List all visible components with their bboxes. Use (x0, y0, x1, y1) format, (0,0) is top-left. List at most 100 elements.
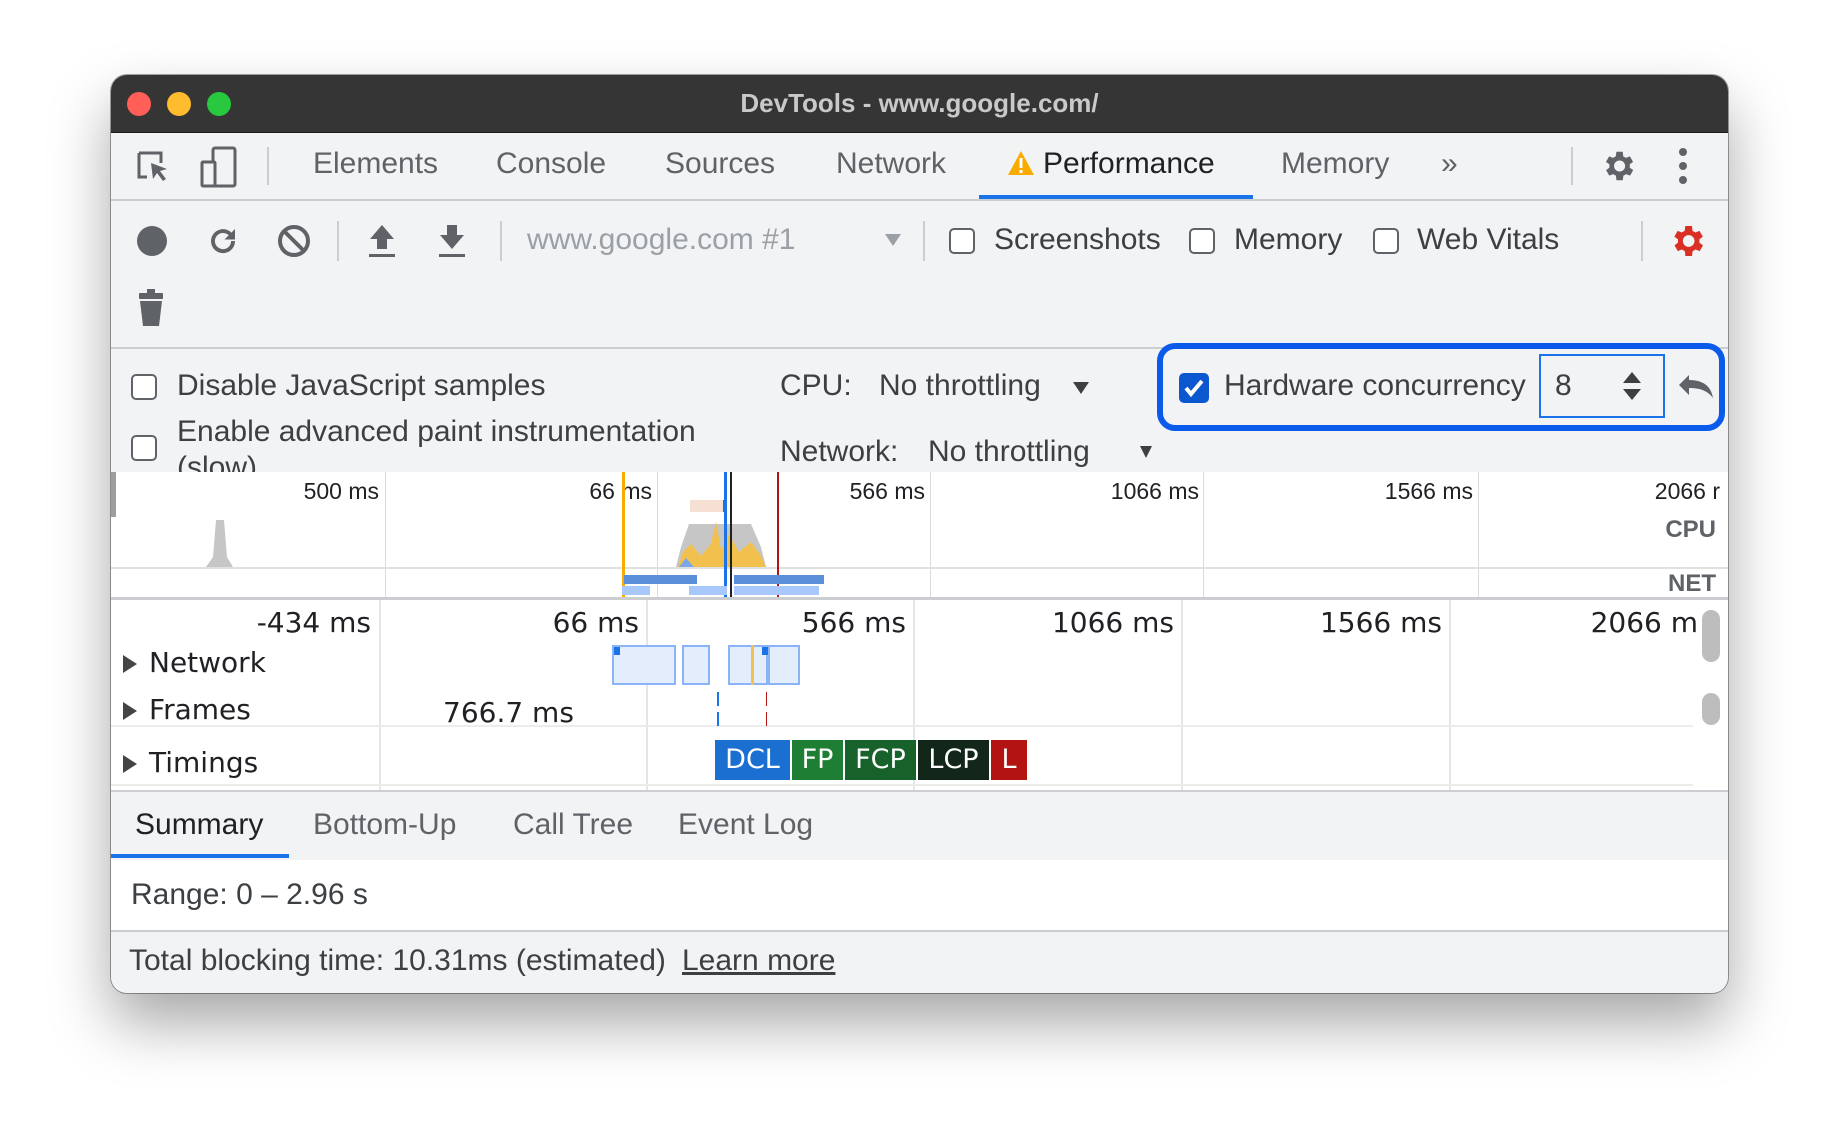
total-blocking-time: Total blocking time: 10.31ms (estimated) (129, 944, 666, 977)
summary-range-panel: Range: 0 – 2.96 s (111, 860, 1728, 932)
garbage-collect-icon[interactable] (139, 289, 163, 327)
timeline-tick: 566 ms (801, 606, 906, 639)
stepper-arrows-icon[interactable] (1621, 370, 1643, 402)
frames-track-toggle[interactable]: Frames (123, 693, 251, 726)
track-divider (111, 784, 1693, 786)
timeline-tick: 1066 ms (1051, 606, 1174, 639)
timing-marker-fcp[interactable]: FCP (845, 740, 916, 780)
cpu-chevron-down-icon[interactable] (1072, 381, 1090, 395)
frame-duration: 766.7 ms (443, 696, 574, 729)
frame-marker (717, 712, 719, 726)
network-request-start (762, 647, 768, 655)
active-tab-indicator (979, 195, 1253, 199)
upload-profile-icon[interactable] (367, 223, 397, 259)
tab-elements[interactable]: Elements (313, 147, 438, 181)
timing-marker-load[interactable]: L (991, 740, 1027, 780)
memory-checkbox[interactable] (1189, 228, 1215, 254)
tab-memory[interactable]: Memory (1281, 147, 1389, 181)
settings-gear-icon[interactable] (1599, 147, 1637, 185)
toolbar-divider (500, 221, 502, 261)
timeline-tick: -434 ms (256, 606, 371, 639)
timings-track-toggle[interactable]: Timings (123, 746, 258, 779)
tab-performance[interactable]: Performance (1007, 147, 1215, 181)
cpu-throttling-label: CPU: (780, 369, 852, 402)
tab-call-tree[interactable]: Call Tree (513, 808, 633, 842)
timeline-flamechart[interactable]: -434 ms 66 ms 566 ms 1066 ms 1566 ms 206… (111, 600, 1728, 790)
tab-bottom-up[interactable]: Bottom-Up (313, 808, 456, 842)
chevron-down-icon[interactable] (884, 233, 902, 247)
toolbar-divider (923, 221, 925, 261)
disable-js-samples-checkbox[interactable] (131, 374, 157, 400)
timeline-gridline (646, 600, 648, 790)
performance-toolbar: www.google.com #1 Screenshots Memory Web… (111, 201, 1728, 347)
network-bar (624, 575, 697, 584)
record-icon[interactable] (136, 225, 168, 257)
active-details-tab-indicator (111, 854, 289, 858)
more-options-icon[interactable] (1677, 147, 1689, 185)
tab-sources[interactable]: Sources (665, 147, 775, 181)
network-throttling-label: Network: (780, 435, 899, 468)
vertical-scrollbar-thumb-lower[interactable] (1702, 693, 1720, 725)
summary-footer: Total blocking time: 10.31ms (estimated)… (111, 932, 1728, 993)
tab-console[interactable]: Console (496, 147, 606, 181)
vertical-scrollbar-thumb[interactable] (1702, 610, 1720, 662)
timeline-tick: 1566 ms (1319, 606, 1442, 639)
screenshots-label: Screenshots (994, 223, 1161, 256)
expand-triangle-icon (123, 655, 137, 673)
timeline-tick: 2066 m (1590, 606, 1698, 639)
network-bar (622, 586, 650, 595)
range-text: Range: 0 – 2.96 s (131, 878, 368, 911)
capture-settings-gear-icon[interactable] (1667, 221, 1707, 261)
title-bar: DevTools - www.google.com/ (111, 75, 1728, 133)
timing-marker-lcp[interactable]: LCP (918, 740, 989, 780)
warning-icon (1008, 151, 1034, 175)
tab-bar-divider-right (1571, 147, 1573, 185)
learn-more-link[interactable]: Learn more (682, 944, 835, 978)
frames-track-label: Frames (149, 693, 251, 726)
timings-track-label: Timings (149, 746, 259, 779)
disable-js-samples-label: Disable JavaScript samples (177, 369, 546, 402)
timing-marker-dcl[interactable]: DCL (715, 740, 790, 780)
network-request[interactable] (612, 645, 676, 685)
dcl-marker-line (724, 472, 727, 597)
network-bar (689, 586, 727, 595)
download-profile-icon[interactable] (437, 223, 467, 259)
hardware-concurrency-value: 8 (1555, 369, 1572, 402)
hardware-concurrency-label: Hardware concurrency (1224, 369, 1526, 402)
capture-settings-panel: Disable JavaScript samples Enable advanc… (111, 343, 1728, 484)
frame-marker (766, 712, 767, 726)
timing-marker-fp[interactable]: FP (792, 740, 843, 780)
window-title: DevTools - www.google.com/ (740, 88, 1099, 118)
inspect-element-icon[interactable] (135, 149, 171, 185)
clear-icon[interactable] (276, 223, 312, 259)
advanced-paint-checkbox[interactable] (131, 435, 157, 461)
screenshots-checkbox[interactable] (949, 228, 975, 254)
recording-select[interactable]: www.google.com #1 (527, 223, 795, 257)
network-track-toggle[interactable]: Network (123, 646, 266, 679)
network-bar (734, 575, 824, 584)
timeline-tick: 66 ms (552, 606, 639, 639)
tab-bar-divider (267, 147, 269, 185)
cpu-throttling-select[interactable]: No throttling (879, 369, 1041, 403)
tab-summary[interactable]: Summary (135, 808, 263, 842)
devtools-window: DevTools - www.google.com/ Elements Cons… (111, 75, 1728, 993)
web-vitals-label: Web Vitals (1417, 223, 1560, 256)
hardware-concurrency-checkbox[interactable] (1179, 373, 1209, 403)
tab-network[interactable]: Network (836, 147, 946, 181)
network-request[interactable] (682, 645, 710, 685)
device-toolbar-icon[interactable] (199, 145, 239, 189)
timeline-gridline (1181, 600, 1183, 790)
reload-record-icon[interactable] (205, 223, 241, 259)
network-throttling-select[interactable]: No throttling (928, 435, 1090, 469)
network-chevron-down-icon[interactable] (1139, 445, 1153, 459)
more-tabs-button[interactable]: » (1441, 147, 1458, 181)
timeline-overview[interactable]: 500 ms 66 ms 566 ms 1066 ms 1566 ms 2066… (111, 472, 1728, 600)
frame-marker (766, 692, 767, 706)
hardware-concurrency-input[interactable]: 8 (1539, 354, 1665, 418)
tab-event-log[interactable]: Event Log (678, 808, 813, 842)
network-request[interactable] (768, 645, 800, 685)
web-vitals-checkbox[interactable] (1373, 228, 1399, 254)
reset-undo-icon[interactable] (1677, 371, 1719, 401)
track-divider (111, 725, 1693, 727)
expand-triangle-icon (123, 702, 137, 720)
